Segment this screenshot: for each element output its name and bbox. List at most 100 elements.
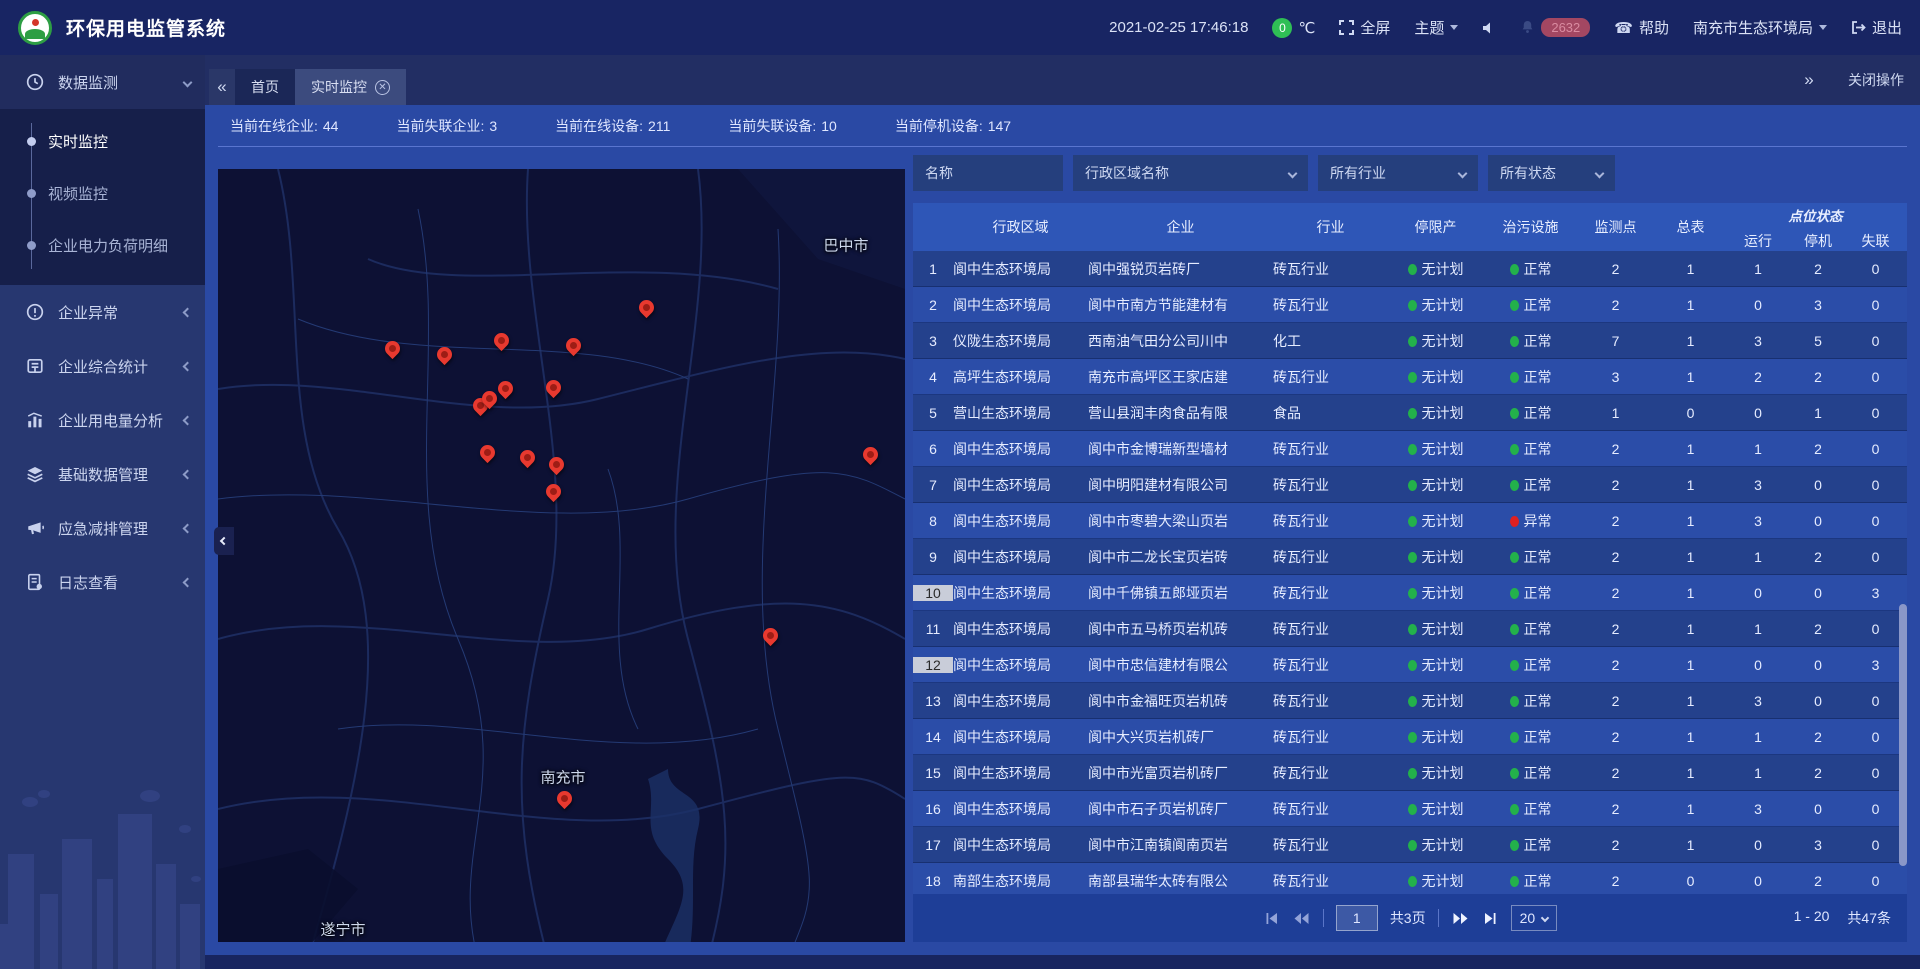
map-pin-11[interactable]: [517, 447, 538, 468]
map-pin-16[interactable]: [554, 788, 575, 809]
name-filter-input[interactable]: [913, 155, 1063, 191]
map-pin-15[interactable]: [760, 625, 781, 646]
table-row-6[interactable]: 6阆中生态环境局阆中市金博瑞新型墙材砖瓦行业无计划正常21120: [913, 431, 1907, 467]
theme-dropdown[interactable]: 主题: [1414, 17, 1458, 38]
tabs-scroll-right-button[interactable]: »: [1796, 62, 1822, 98]
temperature-unit: ℃: [1298, 19, 1315, 37]
map-pin-5[interactable]: [636, 297, 657, 318]
fullscreen-button[interactable]: 全屏: [1339, 17, 1390, 38]
help-button[interactable]: ☎ 帮助: [1614, 17, 1669, 38]
table-scrollbar[interactable]: [1899, 203, 1907, 894]
close-operations-button[interactable]: 关闭操作: [1848, 70, 1904, 90]
map-pin-12[interactable]: [546, 454, 567, 475]
last-page-button[interactable]: [1482, 910, 1499, 927]
row-number: 5: [913, 405, 953, 421]
sidebar-item-数据监测[interactable]: 数据监测: [0, 55, 205, 109]
cell-facility: 正常: [1483, 475, 1578, 495]
sidebar-subitem-企业电力负荷明细[interactable]: 企业电力负荷明细: [0, 219, 205, 271]
cell-limit: 无计划: [1388, 799, 1483, 819]
gauge-clock-icon: [26, 73, 44, 91]
tab-realtime-monitor[interactable]: 实时监控 ✕: [295, 69, 406, 105]
cell-stopped: 3: [1788, 837, 1848, 853]
table-row-3[interactable]: 3仪陇生态环境局西南油气田分公司川中化工无计划正常71350: [913, 323, 1907, 359]
region-filter-select[interactable]: 行政区域名称: [1073, 155, 1308, 191]
map-pin-9[interactable]: [543, 377, 564, 398]
cell-run: 1: [1728, 621, 1788, 637]
table-row-15[interactable]: 15阆中生态环境局阆中市光富页岩机砖厂砖瓦行业无计划正常21120: [913, 755, 1907, 791]
cell-industry: 砖瓦行业: [1273, 691, 1388, 711]
table-row-8[interactable]: 8阆中生态环境局阆中市枣碧大梁山页岩砖瓦行业无计划异常21300: [913, 503, 1907, 539]
table-row-9[interactable]: 9阆中生态环境局阆中市二龙长宝页岩砖砖瓦行业无计划正常21120: [913, 539, 1907, 575]
cell-facility: 正常: [1483, 799, 1578, 819]
table-row-10[interactable]: 10阆中生态环境局阆中千佛镇五郎垭页岩砖瓦行业无计划正常21003: [913, 575, 1907, 611]
cell-offline: 0: [1848, 297, 1903, 313]
map-pin-4[interactable]: [563, 335, 584, 356]
cell-limit: 无计划: [1388, 331, 1483, 351]
first-page-button[interactable]: [1263, 910, 1280, 927]
workspace: 当前在线企业:44当前失联企业:3当前在线设备:211当前失联设备:10当前停机…: [205, 105, 1920, 955]
map-pin-1[interactable]: [382, 338, 403, 359]
chevron-down-icon: [1541, 914, 1549, 922]
table-row-11[interactable]: 11阆中生态环境局阆中市五马桥页岩机砖砖瓦行业无计划正常21120: [913, 611, 1907, 647]
tab-home[interactable]: 首页: [235, 69, 295, 105]
table-row-12[interactable]: 12阆中生态环境局阆中市忠信建材有限公砖瓦行业无计划正常21003: [913, 647, 1907, 683]
cell-offline: 0: [1848, 405, 1903, 421]
cell-run: 3: [1728, 513, 1788, 529]
map-pin-8[interactable]: [495, 378, 516, 399]
cell-region: 营山生态环境局: [953, 403, 1088, 423]
map-pin-10[interactable]: [477, 442, 498, 463]
sound-button[interactable]: [1482, 21, 1496, 35]
organization-dropdown[interactable]: 南充市生态环境局: [1693, 17, 1827, 38]
table-row-13[interactable]: 13阆中生态环境局阆中市金福旺页岩机砖砖瓦行业无计划正常21300: [913, 683, 1907, 719]
table-row-2[interactable]: 2阆中生态环境局阆中市南方节能建材有砖瓦行业无计划正常21030: [913, 287, 1907, 323]
page-size-select[interactable]: 20: [1511, 905, 1558, 931]
table-row-18[interactable]: 18南部生态环境局南部县瑞华太砖有限公砖瓦行业无计划正常20020: [913, 863, 1907, 894]
sidebar-item-企业异常[interactable]: 企业异常: [0, 285, 205, 339]
logout-button[interactable]: 退出: [1851, 17, 1902, 38]
map-pin-13[interactable]: [543, 481, 564, 502]
status-filter-select[interactable]: 所有状态: [1488, 155, 1615, 191]
sidebar-item-日志查看[interactable]: 日志查看: [0, 555, 205, 609]
next-page-button[interactable]: [1451, 910, 1470, 927]
cell-meters: 1: [1653, 333, 1728, 349]
tabs-scroll-left-button[interactable]: «: [209, 69, 235, 105]
page-number-input[interactable]: 1: [1336, 905, 1378, 931]
sidebar-item-企业用电量分析[interactable]: 企业用电量分析: [0, 393, 205, 447]
table-row-17[interactable]: 17阆中生态环境局阆中市江南镇阆南页岩砖瓦行业无计划正常21030: [913, 827, 1907, 863]
cell-stopped: 3: [1788, 297, 1848, 313]
row-number: 14: [913, 729, 953, 745]
table-row-1[interactable]: 1阆中生态环境局阆中强锐页岩砖厂砖瓦行业无计划正常21120: [913, 251, 1907, 287]
scrollbar-thumb[interactable]: [1899, 604, 1907, 867]
cell-offline: 3: [1848, 585, 1903, 601]
sidebar-subitem-视频监控[interactable]: 视频监控: [0, 167, 205, 219]
map-panel[interactable]: 巴中市南充市遂宁市: [218, 169, 905, 942]
cell-company: 阆中市江南镇阆南页岩: [1088, 835, 1273, 855]
map-collapse-handle[interactable]: [214, 527, 234, 555]
table-row-14[interactable]: 14阆中生态环境局阆中大兴页岩机砖厂砖瓦行业无计划正常21120: [913, 719, 1907, 755]
row-number: 3: [913, 333, 953, 349]
cell-industry: 砖瓦行业: [1273, 871, 1388, 891]
prev-page-button[interactable]: [1292, 910, 1311, 927]
table-row-16[interactable]: 16阆中生态环境局阆中市石子页岩机砖厂砖瓦行业无计划正常21300: [913, 791, 1907, 827]
tab-close-icon[interactable]: ✕: [375, 80, 390, 95]
map-pin-14[interactable]: [860, 444, 881, 465]
sidebar-item-应急减排管理[interactable]: 应急减排管理: [0, 501, 205, 555]
industry-filter-select[interactable]: 所有行业: [1318, 155, 1478, 191]
sidebar-item-企业综合统计[interactable]: 企业综合统计: [0, 339, 205, 393]
map-pin-3[interactable]: [491, 330, 512, 351]
cell-stopped: 2: [1788, 621, 1848, 637]
notifications[interactable]: 2632: [1520, 18, 1590, 37]
cell-region: 阆中生态环境局: [953, 691, 1088, 711]
first-page-icon: [1265, 912, 1278, 925]
table-row-4[interactable]: 4高坪生态环境局南充市高坪区王家店建砖瓦行业无计划正常31220: [913, 359, 1907, 395]
map-pin-2[interactable]: [434, 344, 455, 365]
cell-company: 西南油气田分公司川中: [1088, 331, 1273, 351]
sidebar-subitem-实时监控[interactable]: 实时监控: [0, 115, 205, 167]
cell-facility: 正常: [1483, 331, 1578, 351]
cell-company: 阆中明阳建材有限公司: [1088, 475, 1273, 495]
table-row-7[interactable]: 7阆中生态环境局阆中明阳建材有限公司砖瓦行业无计划正常21300: [913, 467, 1907, 503]
table-row-5[interactable]: 5营山生态环境局营山县润丰肉食品有限食品无计划正常10010: [913, 395, 1907, 431]
cell-region: 南部生态环境局: [953, 871, 1088, 891]
name-input[interactable]: [925, 165, 1051, 181]
sidebar-item-基础数据管理[interactable]: 基础数据管理: [0, 447, 205, 501]
